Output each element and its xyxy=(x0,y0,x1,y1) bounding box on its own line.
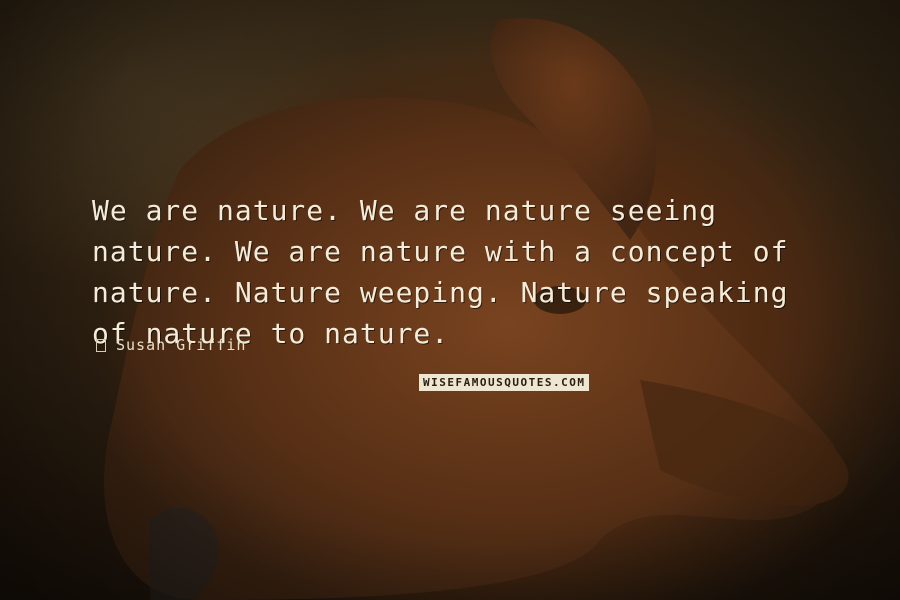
quote-card: We are nature. We are nature seeing natu… xyxy=(0,0,900,600)
author-bullet-icon xyxy=(96,338,106,352)
watermark-logo: WISEFAMOUSQUOTES.COM xyxy=(419,374,590,391)
quote-text: We are nature. We are nature seeing natu… xyxy=(92,194,789,350)
author-name: Susan Griffin xyxy=(116,336,247,354)
author-row: Susan Griffin xyxy=(96,336,246,354)
